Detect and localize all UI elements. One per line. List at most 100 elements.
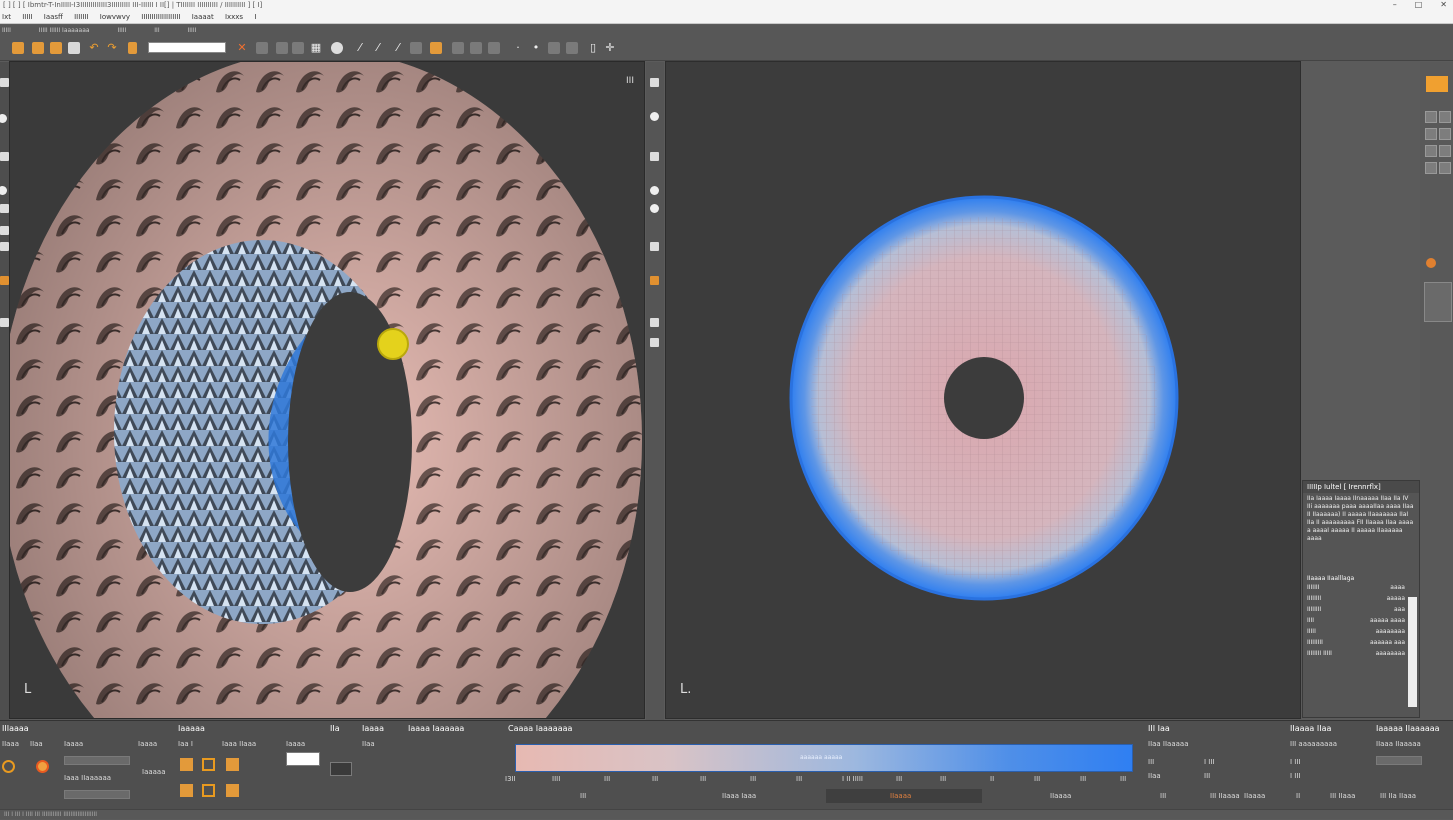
tool-icon[interactable] [0,318,9,327]
shelf-tab[interactable]: IIIII IIIIII Iaaaaaaa [39,27,90,34]
slider-field[interactable] [64,790,130,799]
shelf-tab[interactable]: IIIII [2,27,11,34]
close-icon[interactable]: ✕ [236,42,248,54]
maximize-button[interactable]: □ [1415,0,1423,10]
value-input[interactable] [286,752,320,766]
list-item[interactable]: IIII aaaaa aaaa [1303,615,1419,626]
tool-icon[interactable] [470,42,482,54]
tool-icon[interactable] [1425,128,1437,140]
pen-icon[interactable]: ⁄ [392,42,404,54]
tool-icon[interactable] [452,42,464,54]
scene-icon[interactable] [68,42,80,54]
section-header[interactable]: Iaaaaa IIaaaaaa [1376,724,1440,733]
section-header[interactable]: IIaaaa IIaa [1290,724,1331,733]
tool-icon[interactable] [0,276,9,285]
section-header[interactable]: Iaaaa Iaaaaaa [408,724,464,733]
minimize-button[interactable]: – [1393,0,1397,10]
manipulator-handle[interactable] [377,328,409,360]
list-item[interactable]: IIIIIIII aaa [1303,604,1419,615]
help-scrollbar[interactable] [1408,597,1417,707]
camera-icon[interactable]: · [512,42,524,54]
tool-icon[interactable] [650,276,659,285]
menu-item-create[interactable]: Iaasff [44,13,63,21]
menu-item-file[interactable]: Ixt [2,13,11,21]
section-header[interactable]: Caaaa Iaaaaaaa [508,724,572,733]
select-tool-icon[interactable] [650,78,659,87]
tool-icon[interactable] [1425,162,1437,174]
tool-icon[interactable] [566,42,578,54]
section-header[interactable]: IIa [330,724,340,733]
shelf-tab[interactable]: III [154,27,159,34]
menu-item-cache[interactable]: Iaaaat [192,13,214,21]
menu-item-edit[interactable]: IIIII [22,13,32,21]
redo-icon[interactable]: ↷ [106,42,118,54]
view-cube[interactable]: III [626,76,634,86]
pen-icon[interactable]: ⁄ [372,42,384,54]
layout-icon[interactable]: ▯ [587,42,599,54]
tool-icon[interactable] [292,42,304,54]
scale-tool-icon[interactable] [650,242,659,251]
tool-icon[interactable] [650,318,659,327]
move-tool-icon[interactable] [650,186,659,195]
select-tool-icon[interactable] [1426,76,1448,92]
toggle-icon[interactable] [36,760,49,773]
tool-icon[interactable] [1426,258,1436,268]
menu-item-display[interactable]: Iowvwvy [100,13,130,21]
tool-icon[interactable] [1439,162,1451,174]
camera-icon[interactable]: • [530,42,542,54]
list-item[interactable]: IIIIIII aaaa [1303,582,1419,593]
toggle-icon[interactable] [2,760,15,773]
viewport-3d[interactable]: III L [9,61,645,719]
magnet-icon[interactable] [331,42,343,54]
menu-item-help[interactable]: I [254,13,256,21]
list-item[interactable]: IIIIIIIII aaaaaa aaa [1303,637,1419,648]
slider-field[interactable] [64,756,130,765]
viewport-uv[interactable]: L. [665,61,1301,719]
shelf-tab[interactable]: IIIII [188,27,197,34]
pen-icon[interactable]: ⁄ [354,42,366,54]
paint-tool-icon[interactable] [0,152,9,161]
undo-icon[interactable]: ↶ [88,42,100,54]
rotate-tool-icon[interactable] [0,204,9,213]
open-icon[interactable] [50,42,62,54]
section-header[interactable]: IIIaaaa [2,724,29,733]
tool-icon[interactable] [1439,111,1451,123]
tool-icon[interactable] [410,42,422,54]
rotate-tool-icon[interactable] [650,204,659,213]
history-icon[interactable] [128,42,137,54]
tool-icon[interactable] [0,242,9,251]
layer-icon[interactable] [180,784,193,797]
paint-tool-icon[interactable] [650,152,659,161]
list-item[interactable]: IIIIIIII aaaaa [1303,593,1419,604]
layer-icon[interactable] [226,784,239,797]
list-item[interactable]: IIIII aaaaaaaa [1303,626,1419,637]
move-icon[interactable]: ✛ [604,42,616,54]
shelf-tab[interactable]: IIIII [118,27,127,34]
tool-icon[interactable] [488,42,500,54]
tool-icon[interactable] [650,338,659,347]
layer-icon[interactable] [202,758,215,771]
tool-icon[interactable] [1425,111,1437,123]
slider-field[interactable] [1376,756,1422,765]
tool-icon[interactable] [1439,145,1451,157]
value-input[interactable] [330,762,352,776]
attribute-swatch[interactable] [1424,282,1452,322]
lock-icon[interactable] [430,42,442,54]
lasso-tool-icon[interactable] [0,114,7,123]
save-icon[interactable] [32,42,44,54]
select-tool-icon[interactable] [0,78,9,87]
tool-icon[interactable] [1425,145,1437,157]
section-header[interactable]: Iaaaaa [178,724,205,733]
section-header[interactable]: III Iaa [1148,724,1170,733]
lasso-tool-icon[interactable] [650,112,659,121]
tool-icon[interactable] [548,42,560,54]
tool-icon[interactable] [1439,128,1451,140]
close-button[interactable]: ✕ [1440,0,1447,10]
layer-icon[interactable] [202,784,215,797]
shelf-input[interactable] [148,42,226,53]
move-tool-icon[interactable] [0,186,7,195]
tool-icon[interactable] [256,42,268,54]
tool-icon[interactable] [276,42,288,54]
scale-tool-icon[interactable] [0,226,9,235]
grid-icon[interactable]: ▦ [310,42,322,54]
